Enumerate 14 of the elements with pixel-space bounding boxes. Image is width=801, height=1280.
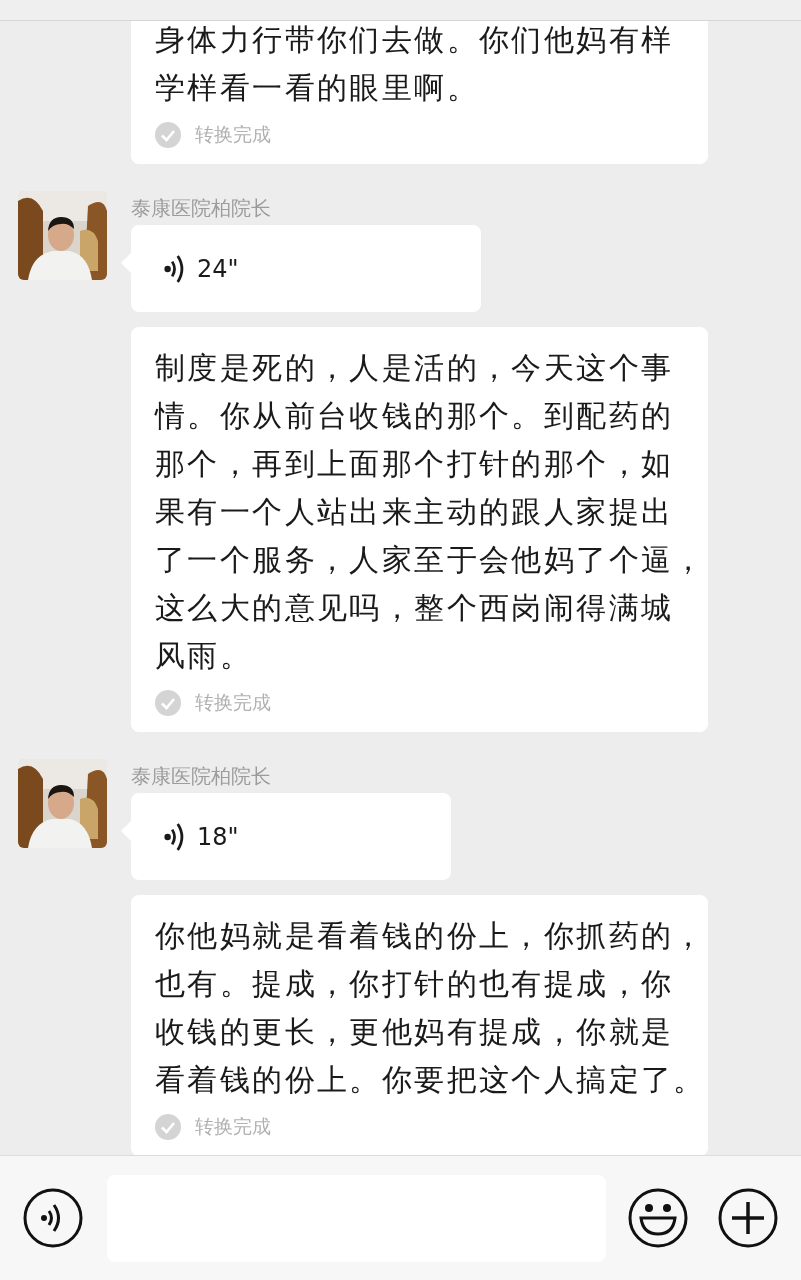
status-text: 转换完成	[195, 690, 271, 715]
voice-input-icon[interactable]	[23, 1188, 83, 1248]
status-text: 转换完成	[195, 1114, 271, 1139]
check-icon	[155, 122, 181, 148]
check-icon	[155, 690, 181, 716]
plus-icon[interactable]	[718, 1188, 778, 1248]
sender-name: 泰康医院柏院长	[131, 195, 272, 222]
transcript-text: 制度是死的，人是活的，今天这个事情。你从前台收钱的那个。到配药的那个，再到上面那个打针的那个，如果有一个人站出来主动的跟人家提出了一个服务，人家至于会他妈了个逼，这么大的意见吗，整个西岗闹得满城风雨。	[155, 349, 698, 675]
transcript-text: 身体力行带你们去做。你们他妈有样学样看一看的眼里啊。	[155, 21, 675, 107]
sender-name: 泰康医院柏院长	[131, 763, 272, 790]
emoji-icon[interactable]	[628, 1188, 688, 1248]
transcript-text: 你他妈就是看着钱的份上，你抓药的，也有。提成，你打针的也有提成，你收钱的更长，更他妈有提成，你就是看着钱的份上。你要把这个人搞定了。	[155, 917, 698, 1099]
status-text: 转换完成	[195, 122, 271, 147]
check-icon	[155, 1114, 181, 1140]
